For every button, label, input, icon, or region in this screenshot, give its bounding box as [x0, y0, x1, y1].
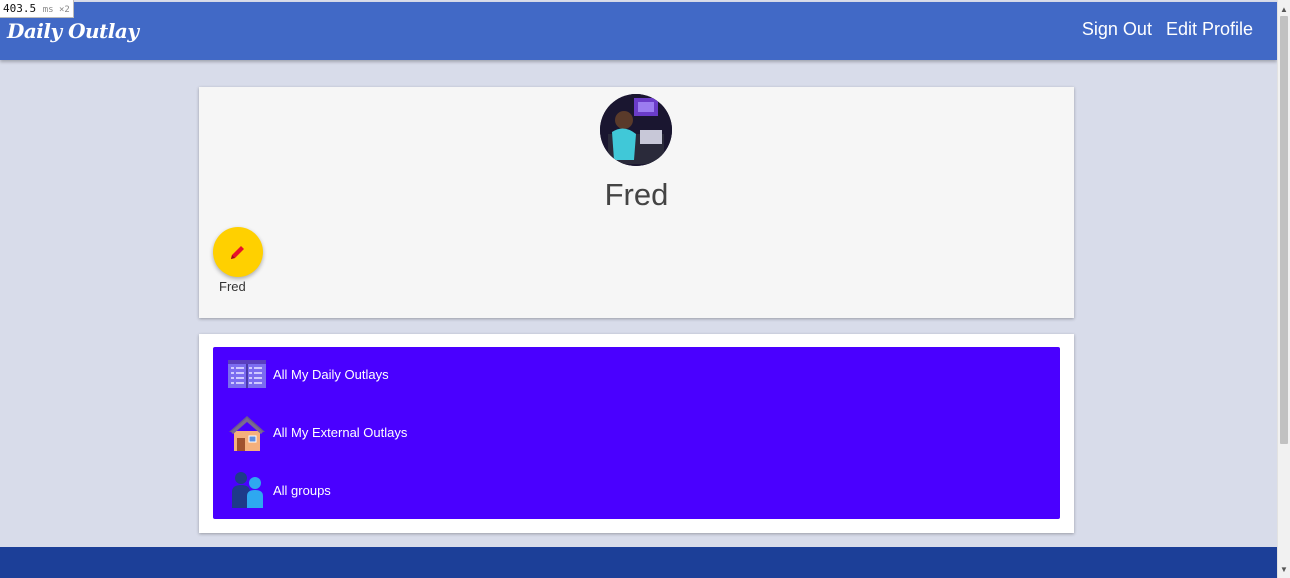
edit-button-label: Fred: [219, 279, 246, 294]
nav-links: Sign Out Edit Profile: [1082, 19, 1253, 40]
menu-item-label: All groups: [273, 482, 331, 498]
edit-profile-button[interactable]: [213, 227, 263, 277]
house-icon: [227, 412, 267, 452]
pencil-icon: [231, 246, 244, 259]
perf-unit: ms ×2: [42, 5, 70, 15]
perf-value: 403.5: [3, 2, 37, 15]
menu-item-all-groups[interactable]: All groups: [227, 470, 331, 510]
scroll-thumb[interactable]: [1280, 16, 1288, 444]
avatar: [600, 94, 672, 166]
scrollbar[interactable]: ▲ ▼: [1277, 0, 1290, 578]
profile-name: Fred: [604, 177, 669, 212]
people-icon: [227, 470, 267, 510]
footer: [0, 547, 1277, 578]
menu-item-label: All My External Outlays: [273, 424, 408, 440]
menu-item-external-outlays[interactable]: All My External Outlays: [227, 412, 407, 452]
profile-card: Fred Fred: [199, 87, 1074, 318]
menu-item-label: All My Daily Outlays: [273, 366, 389, 382]
menu-item-daily-outlays[interactable]: All My Daily Outlays: [227, 354, 389, 394]
scroll-up-arrow-icon[interactable]: ▲: [1278, 2, 1290, 16]
menu-card: All My Daily Outlays All My External Out…: [199, 334, 1074, 533]
edit-profile-link[interactable]: Edit Profile: [1166, 19, 1253, 40]
sign-out-link[interactable]: Sign Out: [1082, 19, 1152, 40]
perf-badge: 403.5 ms ×2: [0, 0, 74, 18]
scroll-down-arrow-icon[interactable]: ▼: [1278, 562, 1290, 576]
calendar-icon: [227, 354, 267, 394]
menu-panel: All My Daily Outlays All My External Out…: [213, 347, 1060, 519]
brand-logo[interactable]: Daily Outlay: [7, 19, 139, 43]
top-navbar: Daily Outlay Sign Out Edit Profile: [0, 2, 1277, 60]
